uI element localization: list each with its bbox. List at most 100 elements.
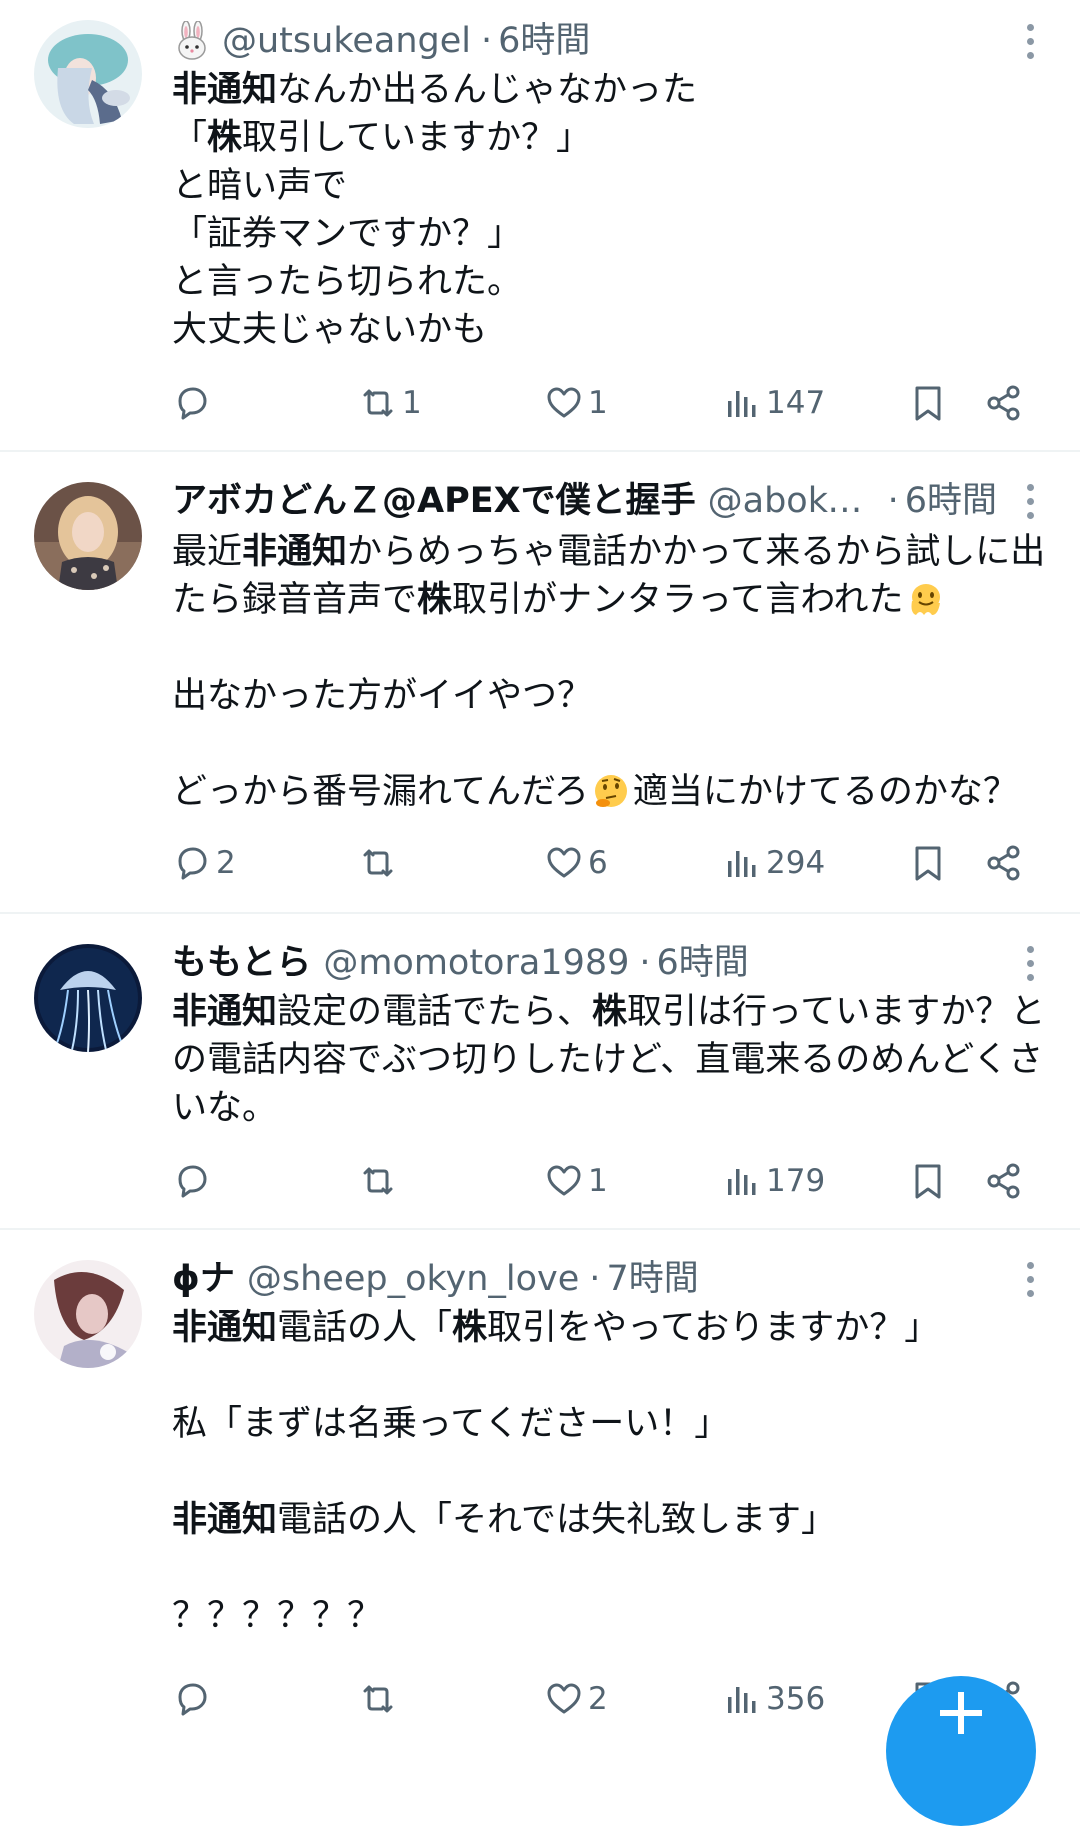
avatar[interactable] xyxy=(34,482,142,590)
like-button[interactable]: 6 xyxy=(544,838,608,888)
tweet-line: と言ったら切られた。 xyxy=(172,258,1052,306)
display-name[interactable]: アボカどんＺ@APEXで僕と握手 xyxy=(172,478,696,524)
more-icon[interactable] xyxy=(1018,18,1042,64)
views-button[interactable]: 147 xyxy=(722,378,825,428)
tweet[interactable]: ももとら @momotora1989 · 6時間 非通知設定の電話でたら、株取引… xyxy=(0,914,1080,1230)
reply-button[interactable] xyxy=(172,378,212,428)
text-run: と言ったら切られた。 xyxy=(172,262,523,302)
bookmark-icon xyxy=(915,386,941,421)
like-button[interactable]: 1 xyxy=(544,1156,608,1206)
share-button[interactable] xyxy=(984,838,1024,888)
retweet-button[interactable]: 1 xyxy=(358,378,422,428)
display-name[interactable]: ももとら xyxy=(172,940,311,986)
views-count: 294 xyxy=(766,845,826,881)
tweet-handle[interactable]: @utsukeangel xyxy=(222,18,471,64)
display-name[interactable]: ϕナ xyxy=(172,1256,235,1302)
tweet-time[interactable]: 6時間 xyxy=(657,940,749,986)
text-run: 電話の人「 xyxy=(277,1308,453,1348)
avatar[interactable] xyxy=(34,944,142,1052)
tweet-handle[interactable]: @sheep_okyn_love xyxy=(247,1256,579,1302)
highlighted-keyword: 非通知 xyxy=(172,992,278,1032)
views-count: 147 xyxy=(766,385,826,421)
retweet-icon xyxy=(363,389,393,417)
rabbit-emoji xyxy=(178,21,206,60)
compose-button[interactable] xyxy=(886,1676,1036,1826)
text-run: 電話の人「それでは失礼致します」 xyxy=(277,1500,836,1540)
tweet-line: と暗い声で xyxy=(172,162,1052,210)
share-button[interactable] xyxy=(984,1156,1024,1206)
like-icon xyxy=(547,847,581,878)
tweet-time[interactable]: 6時間 xyxy=(498,18,590,64)
highlighted-keyword: 非通知 xyxy=(172,1500,278,1540)
reply-button[interactable] xyxy=(172,1156,212,1206)
retweet-button[interactable] xyxy=(358,1156,398,1206)
text-run: なんか出るんじゃなかった xyxy=(277,70,698,110)
avatar[interactable] xyxy=(34,20,142,128)
tweet-header: ϕナ @sheep_okyn_love · 7時間 xyxy=(172,1256,1020,1302)
text-run: 出なかった方がイイやつ？ xyxy=(172,676,593,716)
more-icon[interactable] xyxy=(1018,940,1042,986)
tweet-time[interactable]: 7時間 xyxy=(606,1256,698,1302)
share-icon xyxy=(987,845,1020,881)
compose-icon xyxy=(940,1692,982,1734)
text-run: と暗い声で xyxy=(172,166,348,206)
tweet-time[interactable]: 6時間 xyxy=(905,478,997,524)
action-bar: 1 179 xyxy=(172,1156,1032,1206)
like-button[interactable]: 1 xyxy=(544,378,608,428)
like-icon xyxy=(547,387,581,418)
more-icon[interactable] xyxy=(1018,1256,1042,1302)
tweet-line: ？？？？？？ xyxy=(172,1592,1052,1640)
retweet-button[interactable] xyxy=(358,838,398,888)
separator-dot: · xyxy=(589,1259,601,1299)
views-icon xyxy=(728,1687,756,1713)
tweet[interactable]: @utsukeangel · 6時間 非通知なんか出るんじゃなかった 「株取引して… xyxy=(0,0,1080,452)
text-run: の電話内容でぶつ切りしたけど、直電来るのめんどくさ xyxy=(172,1040,1044,1080)
highlighted-keyword: 非通知 xyxy=(242,532,348,572)
avatar[interactable] xyxy=(34,1260,142,1368)
tweet-line: 非通知なんか出るんじゃなかった xyxy=(172,66,1052,114)
text-run: たら録音音声で xyxy=(172,580,418,620)
bookmark-button[interactable] xyxy=(908,1156,948,1206)
highlighted-keyword: 非通知 xyxy=(172,70,278,110)
tweet-line: たら録音音声で株取引がナンタラって言われた xyxy=(172,576,1052,624)
tweet-line: 非通知電話の人「それでは失礼致します」 xyxy=(172,1496,1052,1544)
tweet-text: 最近非通知からめっちゃ電話かかって来るから試しに出 たら録音音声で株取引がナンタラ… xyxy=(172,528,1052,816)
text-run: 適当にかけてるのかな？ xyxy=(632,772,1018,812)
tweet-handle[interactable]: @momotora1989 xyxy=(323,940,629,986)
reply-count: 2 xyxy=(216,845,236,881)
retweet-button[interactable] xyxy=(358,1674,398,1724)
text-run: からめっちゃ電話かかって来るから試しに出 xyxy=(347,532,1046,572)
more-icon[interactable] xyxy=(1018,478,1042,524)
views-button[interactable]: 356 xyxy=(722,1674,825,1724)
highlighted-keyword: 株 xyxy=(592,992,628,1032)
highlighted-keyword: 株 xyxy=(417,580,453,620)
like-count: 1 xyxy=(588,1163,608,1199)
text-run: 取引は行っていますか？と xyxy=(627,992,1046,1032)
text-run: どっから番号漏れてんだろ xyxy=(172,772,589,812)
like-count: 6 xyxy=(588,845,608,881)
text-run: 私「まずは名乗ってくださーい！」 xyxy=(172,1404,730,1444)
tweet-line: 「株取引していますか？」 xyxy=(172,114,1052,162)
reply-button[interactable] xyxy=(172,1674,212,1724)
tweet[interactable]: ϕナ @sheep_okyn_love · 7時間 非通知電話の人「株取引をやっ… xyxy=(0,1230,1080,1750)
tweet[interactable]: アボカどんＺ@APEXで僕と握手 @aboka... · 6時間 最近非通知から… xyxy=(0,452,1080,914)
retweet-icon xyxy=(363,1685,393,1713)
tweet-line: 最近非通知からめっちゃ電話かかって来るから試しに出 xyxy=(172,528,1052,576)
separator-dot: · xyxy=(639,943,651,983)
reply-button[interactable]: 2 xyxy=(172,838,236,888)
text-run: 「証券マンですか？」 xyxy=(172,214,523,254)
like-button[interactable]: 2 xyxy=(544,1674,608,1724)
views-button[interactable]: 294 xyxy=(722,838,825,888)
like-count: 1 xyxy=(588,385,608,421)
bookmark-icon xyxy=(915,1164,941,1199)
share-button[interactable] xyxy=(984,378,1024,428)
tweet-line xyxy=(172,1544,1052,1592)
views-button[interactable]: 179 xyxy=(722,1156,825,1206)
tweet-handle[interactable]: @aboka... xyxy=(708,478,878,524)
bookmark-button[interactable] xyxy=(908,378,948,428)
tweet-line xyxy=(172,720,1052,768)
reply-icon xyxy=(178,1683,207,1716)
text-run: 設定の電話でたら、 xyxy=(277,992,593,1032)
bookmark-button[interactable] xyxy=(908,838,948,888)
views-icon xyxy=(728,391,756,417)
